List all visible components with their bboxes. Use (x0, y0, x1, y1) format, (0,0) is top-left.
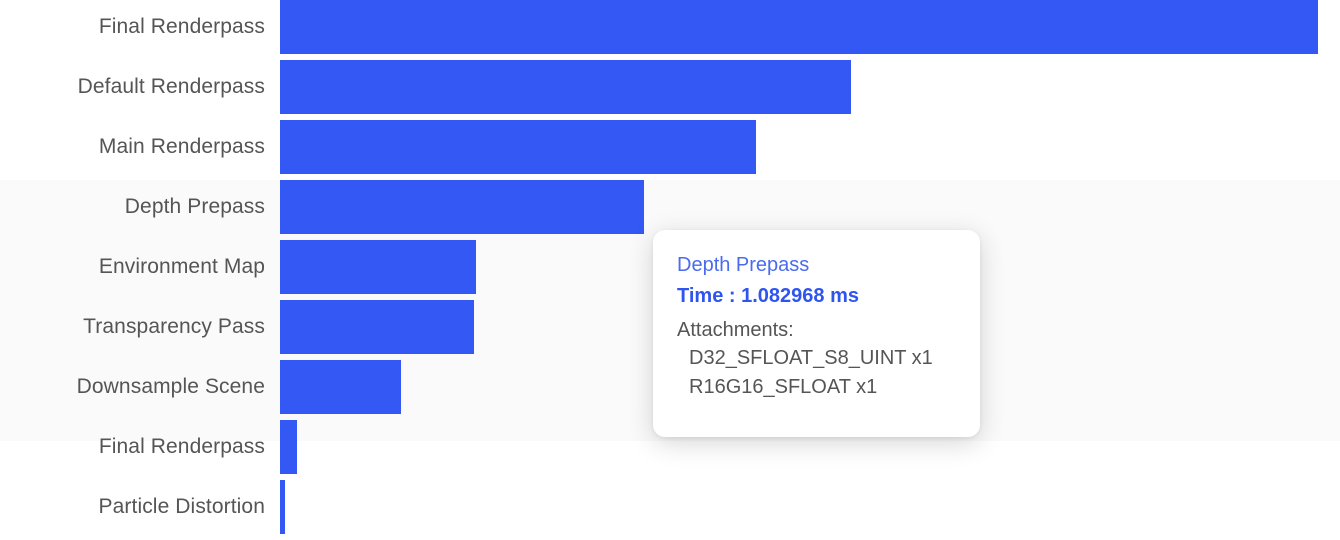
chart-bar[interactable] (280, 360, 401, 414)
chart-row[interactable]: Default Renderpass (0, 60, 1340, 114)
tooltip-attachment-item: R16G16_SFLOAT x1 (689, 376, 878, 398)
renderpass-timing-chart: Final Renderpass Default Renderpass Main R… (0, 0, 1340, 540)
chart-bar[interactable] (280, 180, 644, 234)
row-label: Final Renderpass (98, 15, 265, 38)
chart-bar[interactable] (280, 300, 474, 354)
row-label: Default Renderpass (77, 75, 265, 98)
chart-bar[interactable] (280, 480, 285, 534)
row-label: Particle Distortion (98, 495, 265, 518)
tooltip-attachments-list: D32_SFLOAT_S8_UINT x1 R16G16_SFLOAT x1 (677, 344, 956, 402)
tooltip-attachment-item: D32_SFLOAT_S8_UINT x1 (689, 347, 933, 369)
tooltip-title: Depth Prepass (677, 254, 810, 276)
row-label: Downsample Scene (76, 375, 265, 398)
bar-tooltip: Depth Prepass Time : 1.082968 ms Attachm… (653, 230, 980, 437)
tooltip-attachments-label: Attachments: (677, 319, 794, 341)
chart-row[interactable]: Main Renderpass (0, 120, 1340, 174)
chart-bar[interactable] (280, 240, 476, 294)
chart-bar[interactable] (280, 0, 1318, 54)
chart-bar[interactable] (280, 120, 756, 174)
chart-row[interactable]: Depth Prepass (0, 180, 1340, 234)
row-label: Environment Map (98, 255, 265, 278)
row-label: Main Renderpass (98, 135, 265, 158)
row-label: Depth Prepass (124, 195, 265, 218)
chart-row[interactable]: Final Renderpass (0, 0, 1340, 54)
row-label: Final Renderpass (98, 435, 265, 458)
chart-row[interactable]: Particle Distortion (0, 480, 1340, 534)
chart-bar[interactable] (280, 420, 297, 474)
chart-bar[interactable] (280, 60, 851, 114)
row-label: Transparency Pass (83, 315, 265, 338)
tooltip-time: Time : 1.082968 ms (677, 285, 859, 307)
